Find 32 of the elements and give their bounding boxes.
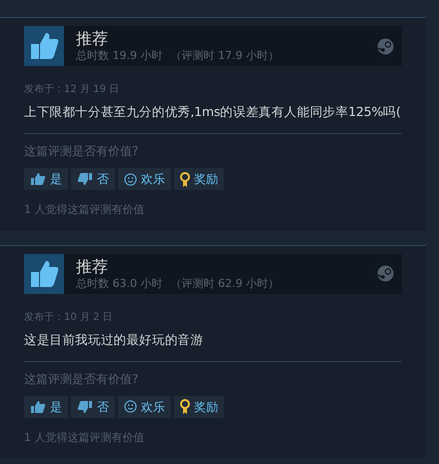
playtime-total: 总时数 63.0 小时 [76, 276, 162, 290]
steam-logo-icon [377, 265, 394, 282]
verdict-title: 推荐 [76, 256, 109, 277]
medal-icon [180, 399, 190, 414]
thumbs-up-icon [30, 172, 46, 186]
playtime-at-review: （评测时 17.9 小时） [170, 49, 279, 63]
helpful-prompt: 这篇评测是否有价值? [24, 370, 140, 388]
award-button[interactable]: 奖励 [174, 396, 224, 418]
medal-icon [180, 172, 190, 186]
review-text: 上下限都十分甚至九分的优秀,1ms的误差真有人能同步率125%吗( [24, 103, 402, 121]
thumbs-down-icon [77, 400, 93, 414]
playtime-total: 总时数 19.9 小时 [76, 49, 162, 63]
thumbs-up-icon [30, 400, 46, 414]
thumbs-down-icon [77, 172, 93, 186]
funny-button[interactable]: 欢乐 [118, 396, 171, 418]
posted-date: 发布于：12 月 19 日 [24, 83, 120, 97]
smiley-icon [124, 400, 137, 413]
helpful-count: 1 人觉得这篇评测有价值 [24, 202, 146, 218]
steam-logo-icon [377, 38, 394, 54]
verdict-title: 推荐 [76, 29, 109, 50]
yes-button[interactable]: 是 [24, 396, 68, 418]
review-text: 这是目前我玩过的最好玩的音游 [24, 330, 204, 348]
yes-button[interactable]: 是 [24, 168, 68, 190]
smiley-icon [124, 172, 137, 186]
funny-button[interactable]: 欢乐 [118, 168, 171, 190]
playtime-at-review: （评测时 62.9 小时） [170, 276, 279, 290]
award-button[interactable]: 奖励 [174, 168, 224, 190]
no-button[interactable]: 否 [71, 168, 115, 190]
no-button[interactable]: 否 [71, 396, 115, 418]
posted-date: 发布于：10 月 2 日 [24, 310, 114, 324]
helpful-count: 1 人觉得这篇评测有价值 [24, 430, 146, 446]
helpful-prompt: 这篇评测是否有价值? [24, 143, 140, 160]
